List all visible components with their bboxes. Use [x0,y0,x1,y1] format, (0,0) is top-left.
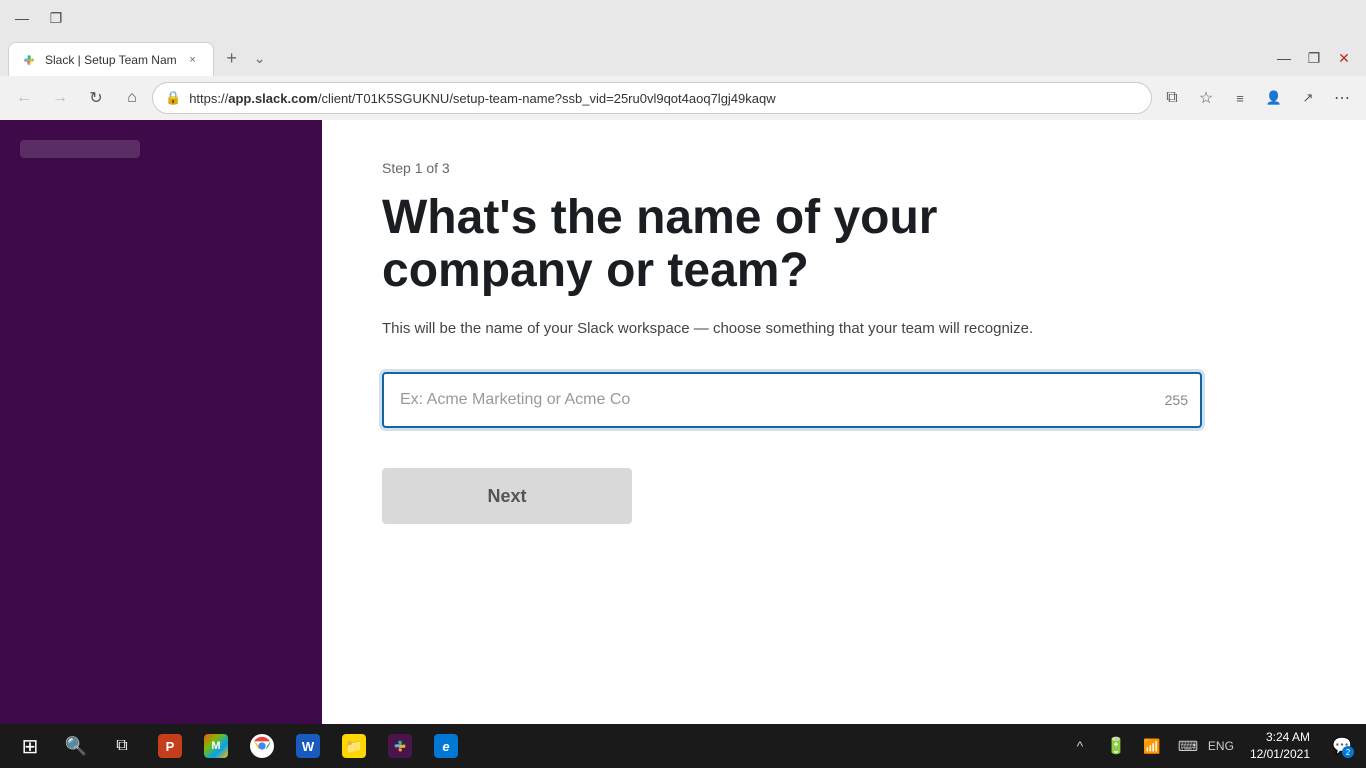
tab-favicon [21,52,37,68]
restore-window-button[interactable]: ❐ [1300,44,1328,72]
new-tab-button[interactable]: + [218,44,246,72]
taskbar: ⊞ 🔍 ⧉ P M [0,724,1366,768]
next-button[interactable]: Next [382,468,632,524]
keyboard-icon[interactable]: ⌨ [1172,730,1204,762]
browser-chrome: — ❐ Slack | Setup Team Nam × + ⌄ [0,0,1366,120]
tab-close-button[interactable]: × [185,52,201,68]
char-count: 255 [1165,392,1188,408]
clock-date: 12/01/2021 [1250,746,1310,763]
team-name-input[interactable] [382,372,1202,428]
task-view-button[interactable]: ⧉ [100,724,144,768]
collections-button[interactable]: ≡ [1224,82,1256,114]
tab-bar: Slack | Setup Team Nam × + ⌄ — ❐ ✕ [0,36,1366,76]
page-content: Step 1 of 3 What's the name of your comp… [0,120,1366,724]
clock-time: 3:24 AM [1266,729,1310,746]
taskbar-app-explorer[interactable]: 📁 [332,724,376,768]
url-text: https://app.slack.com/client/T01K5SGUKNU… [189,91,1139,106]
taskbar-right: ^ 🔋 📶 ⌨ ENG 3:24 AM 12/01/2021 💬 2 [1064,729,1358,763]
profile-button[interactable]: 👤 [1258,82,1290,114]
start-button[interactable]: ⊞ [8,724,52,768]
step-label: Step 1 of 3 [382,160,1306,176]
taskbar-apps: P M W 📁 [148,724,468,768]
refresh-button[interactable]: ↻ [80,82,112,114]
taskbar-app-chrome[interactable] [240,724,284,768]
network-icon[interactable]: 📶 [1136,730,1168,762]
tab-title: Slack | Setup Team Nam [45,53,177,67]
page-description: This will be the name of your Slack work… [382,318,1306,341]
title-bar: — ❐ [0,0,1366,36]
task-view-icon: ⧉ [116,737,127,755]
windows-icon: ⊞ [22,734,39,759]
taskbar-app-store[interactable]: M [194,724,238,768]
address-bar: ← → ↻ ⌂ 🔒 https://app.slack.com/client/T… [0,76,1366,120]
back-button[interactable]: ← [8,82,40,114]
language-label[interactable]: ENG [1208,739,1234,753]
notification-button[interactable]: 💬 2 [1326,730,1358,762]
share-button[interactable]: ↗ [1292,82,1324,114]
taskbar-app-word[interactable]: W [286,724,330,768]
minimize-button[interactable]: — [8,4,36,32]
taskbar-left: ⊞ 🔍 ⧉ [8,724,144,768]
systray: ^ 🔋 📶 ⌨ ENG [1064,730,1234,762]
lock-icon: 🔒 [165,90,181,106]
minimize-window-button[interactable]: — [1270,44,1298,72]
battery-icon[interactable]: 🔋 [1100,730,1132,762]
toolbar-right: ⧉ ☆ ≡ 👤 ↗ ⋯ [1156,82,1358,114]
team-name-field-wrapper: 255 [382,372,1202,428]
main-content: Step 1 of 3 What's the name of your comp… [322,120,1366,724]
page-title: What's the name of your company or team? [382,192,1306,298]
maximize-button[interactable]: ❐ [42,4,70,32]
sidebar [0,120,322,724]
favorites-button[interactable]: ☆ [1190,82,1222,114]
url-bar[interactable]: 🔒 https://app.slack.com/client/T01K5SGUK… [152,82,1152,114]
taskbar-app-slack[interactable] [378,724,422,768]
title-bar-left: — ❐ [8,4,70,32]
taskbar-app-powerpoint[interactable]: P [148,724,192,768]
taskbar-app-edge[interactable]: e [424,724,468,768]
split-view-button[interactable]: ⧉ [1156,82,1188,114]
sidebar-placeholder [20,140,140,158]
search-button[interactable]: 🔍 [54,724,98,768]
more-button[interactable]: ⋯ [1326,82,1358,114]
active-tab[interactable]: Slack | Setup Team Nam × [8,42,214,76]
tab-dropdown-button[interactable]: ⌄ [246,44,274,72]
close-window-button[interactable]: ✕ [1330,44,1358,72]
systray-chevron-button[interactable]: ^ [1064,730,1096,762]
home-button[interactable]: ⌂ [116,82,148,114]
search-icon: 🔍 [65,736,87,757]
notification-badge: 2 [1342,746,1354,758]
forward-button[interactable]: → [44,82,76,114]
clock[interactable]: 3:24 AM 12/01/2021 [1242,729,1318,763]
